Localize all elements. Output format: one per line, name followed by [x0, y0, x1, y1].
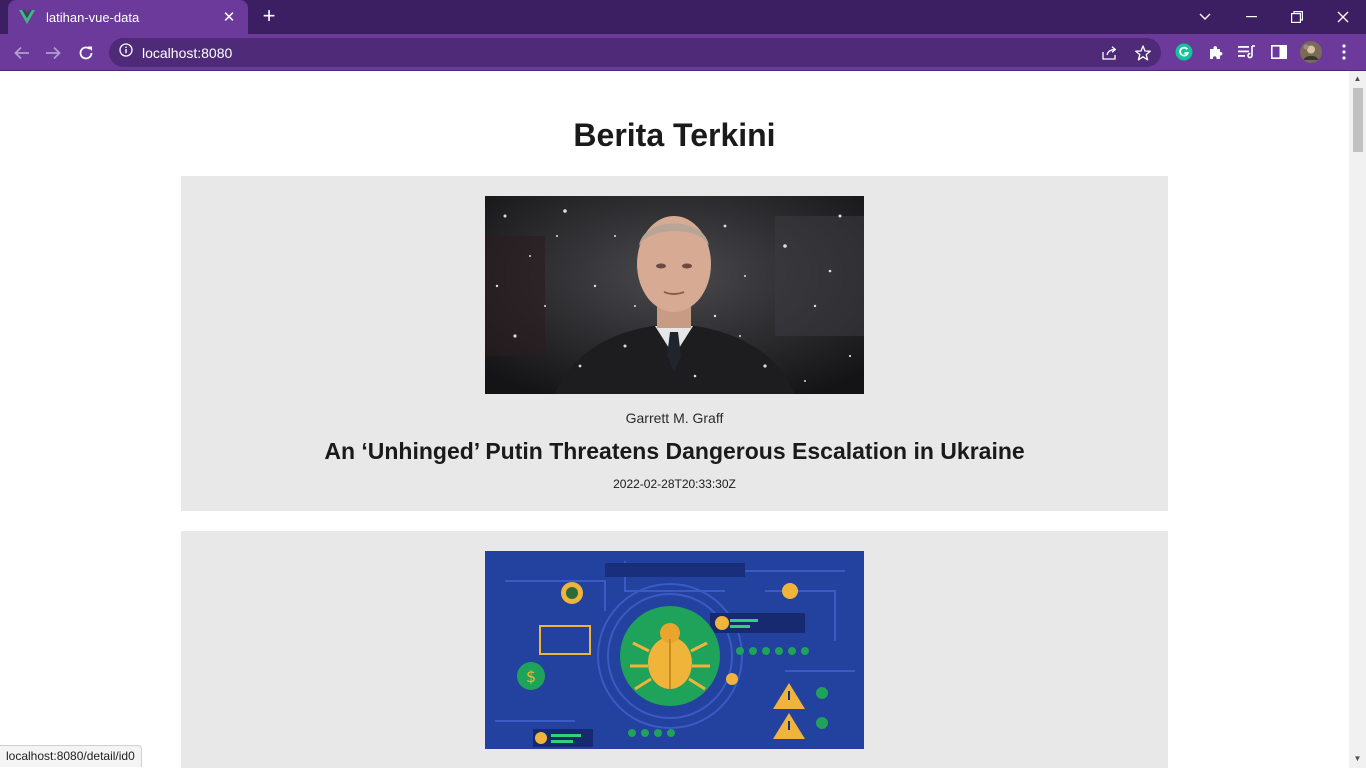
bookmark-star-icon[interactable]	[1134, 44, 1152, 62]
link-status-bar: localhost:8080/detail/id0	[0, 745, 142, 767]
browser-menu-icon[interactable]	[1334, 42, 1354, 62]
browser-toolbar: localhost:8080	[0, 34, 1366, 71]
page-title: Berita Terkini	[573, 117, 776, 153]
grammarly-extension-icon[interactable]	[1174, 42, 1194, 62]
page-viewport: Berita Terkini Garrett M. Graff An ‘Unhi…	[0, 71, 1349, 768]
browser-tab-active[interactable]: latihan-vue-data ✕	[8, 0, 248, 34]
article-author: Garrett M. Graff	[625, 410, 724, 426]
article-date: 2022-02-28T20:33:30Z	[613, 477, 736, 491]
tab-search-chevron-down-icon[interactable]	[1182, 0, 1228, 34]
forward-button[interactable]	[40, 40, 66, 66]
media-queue-icon[interactable]	[1237, 42, 1257, 62]
close-window-button[interactable]	[1320, 0, 1366, 34]
minimize-button[interactable]	[1228, 0, 1274, 34]
news-card[interactable]: $	[181, 531, 1168, 768]
scroll-thumb[interactable]	[1353, 88, 1363, 152]
vue-logo-icon	[18, 8, 36, 26]
reload-button[interactable]	[73, 40, 99, 66]
tab-title: latihan-vue-data	[46, 9, 140, 25]
scroll-down-arrow-icon[interactable]: ▼	[1353, 754, 1362, 763]
profile-avatar[interactable]	[1300, 41, 1322, 63]
news-card[interactable]: Garrett M. Graff An ‘Unhinged’ Putin Thr…	[181, 176, 1168, 511]
restore-button[interactable]	[1274, 0, 1320, 34]
bug-circuit-illustration[interactable]: $	[485, 551, 864, 749]
extensions-puzzle-icon[interactable]	[1206, 42, 1226, 62]
side-panel-icon[interactable]	[1269, 42, 1289, 62]
share-icon[interactable]	[1101, 44, 1119, 62]
address-bar[interactable]: localhost:8080	[109, 38, 1161, 67]
portrait-in-snow-photo[interactable]	[485, 196, 864, 394]
site-info-icon[interactable]	[119, 43, 133, 62]
article-title[interactable]: An ‘Unhinged’ Putin Threatens Dangerous …	[181, 438, 1168, 465]
scroll-up-arrow-icon[interactable]: ▲	[1353, 74, 1362, 83]
url-text: localhost:8080	[142, 44, 233, 61]
page-scrollbar[interactable]: ▲ ▼	[1349, 71, 1366, 768]
back-button[interactable]	[9, 40, 35, 66]
new-tab-button[interactable]: +	[258, 5, 280, 28]
svg-text:$: $	[526, 667, 536, 686]
close-tab-icon[interactable]: ✕	[220, 8, 238, 26]
tab-strip: latihan-vue-data ✕ +	[0, 0, 1366, 34]
